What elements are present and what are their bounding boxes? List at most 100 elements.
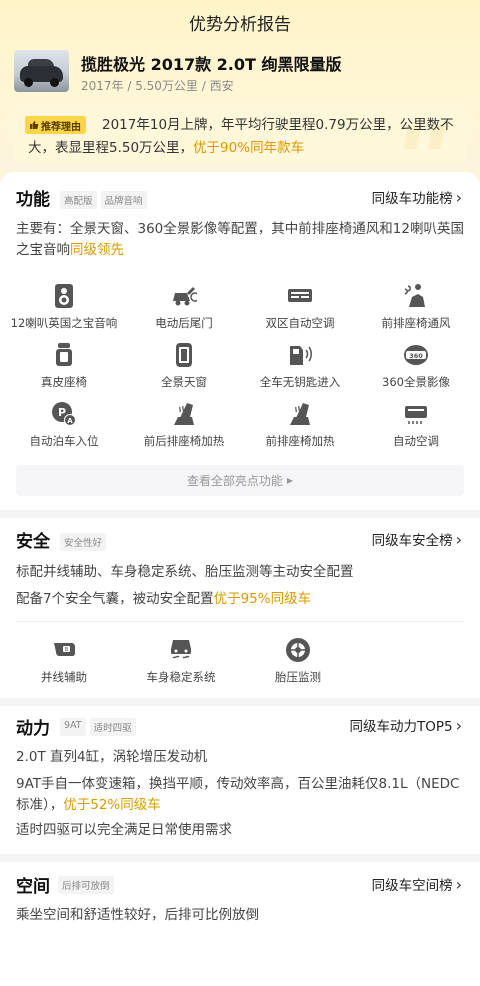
feature-label: 全车无钥匙进入: [259, 375, 341, 389]
space-rank-link[interactable]: 同级车空间榜 ›: [371, 874, 462, 895]
chevron-right-icon: ›: [455, 187, 462, 207]
seat-ventilation-icon: [404, 284, 425, 307]
feature-item[interactable]: 前排座椅加热: [240, 401, 360, 449]
features-tags: 高配版 品牌音响: [60, 191, 151, 209]
caret-right-icon: ▶: [286, 476, 294, 485]
power-tags: 9AT 适时四驱: [60, 718, 140, 736]
svg-text:B: B: [65, 647, 69, 653]
feature-item[interactable]: 真皮座椅: [4, 342, 124, 390]
power-title: 动力: [16, 719, 50, 739]
auto-parking-icon: PA: [52, 402, 76, 426]
feature-item[interactable]: 电动后尾门: [124, 283, 244, 331]
safety-rank-label: 同级车安全榜: [371, 533, 453, 549]
safety-desc-2-plain: 配备7个安全气囊，被动安全配置: [16, 591, 214, 607]
features-desc: 主要有：全景天窗、360全景影像等配置，其中前排座椅通风和12喇叭英国之宝音响同…: [16, 219, 466, 261]
feature-item[interactable]: 双区自动空调: [240, 283, 360, 331]
feature-label: 全景天窗: [161, 375, 207, 389]
feature-item[interactable]: PA 自动泊车入位: [4, 401, 124, 449]
auto-ac-icon: [405, 406, 427, 424]
safety-desc-2-highlight: 优于95%同级车: [213, 591, 312, 607]
chevron-right-icon: ›: [455, 529, 462, 549]
safety-label: 胎压监测: [275, 670, 321, 684]
power-tag: 适时四驱: [89, 718, 136, 736]
power-tailgate-icon: [173, 287, 197, 306]
safety-tag: 安全性好: [60, 533, 107, 551]
features-rank-link[interactable]: 同级车功能榜 ›: [371, 187, 462, 208]
recommend-box: 推荐理由 2017年10月上牌，年平均行驶里程0.79万公里，公里数不大，表显里…: [14, 105, 466, 162]
chevron-right-icon: ›: [455, 715, 462, 735]
car-meta: 2017年 / 5.50万公里 / 西安: [81, 79, 234, 93]
car-name: 揽胜极光 2017款 2.0T 绚黑限量版: [81, 55, 342, 74]
power-desc-3: 适时四驱可以完全满足日常使用需求: [16, 822, 232, 838]
feature-item[interactable]: 前排座椅通风: [356, 283, 476, 331]
feature-item[interactable]: 360 360全景影像: [356, 342, 476, 390]
page-title: 优势分析报告: [189, 15, 291, 35]
power-rank-link[interactable]: 同级车动力TOP5 ›: [349, 715, 462, 736]
safety-title: 安全: [16, 532, 50, 552]
safety-item[interactable]: 车身稳定系统: [121, 637, 241, 685]
feature-label: 电动后尾门: [155, 316, 213, 330]
features-rank-label: 同级车功能榜: [371, 191, 453, 207]
safety-item[interactable]: B 并线辅助: [4, 637, 124, 685]
front-seat-heating-icon: [290, 403, 310, 425]
recommend-text: 2017年10月上牌，年平均行驶里程0.79万公里，公里数不大，表显里程5.50…: [28, 114, 458, 160]
car-thumbnail[interactable]: [14, 50, 69, 92]
view-all-features-button[interactable]: 查看全部亮点功能 ▶: [16, 465, 464, 496]
safety-rank-link[interactable]: 同级车安全榜 ›: [371, 529, 462, 550]
feature-label: 真皮座椅: [41, 375, 87, 389]
svg-text:360: 360: [409, 352, 423, 360]
safety-tags: 安全性好: [60, 533, 110, 551]
feature-item[interactable]: 全景天窗: [124, 342, 244, 390]
space-desc-1: 乘坐空间和舒适性较好，后排可比例放倒: [16, 907, 259, 923]
safety-label: 并线辅助: [41, 670, 87, 684]
tire-pressure-icon: [286, 638, 310, 662]
feature-label: 前排座椅通风: [381, 316, 451, 330]
feature-item[interactable]: 自动空调: [356, 401, 476, 449]
space-title: 空间: [16, 877, 50, 897]
space-tags: 后排可放倒: [58, 876, 118, 894]
chevron-right-icon: ›: [455, 874, 462, 894]
feature-label: 自动空调: [393, 434, 439, 448]
panoramic-sunroof-icon: [176, 343, 192, 367]
stability-control-icon: [171, 640, 191, 659]
safety-card: 安全 安全性好 同级车安全榜 › 标配并线辅助、车身稳定系统、胎压监测等主动安全配…: [0, 518, 480, 698]
features-desc-highlight: 同级领先: [70, 242, 124, 258]
power-tag: 9AT: [60, 718, 86, 736]
keyless-entry-icon: [290, 346, 312, 365]
feature-label: 双区自动空调: [265, 316, 335, 330]
feature-item[interactable]: 全车无钥匙进入: [240, 342, 360, 390]
power-desc-1: 2.0T 直列4缸，涡轮增压发动机: [16, 749, 208, 765]
safety-desc-2: 配备7个安全气囊，被动安全配置优于95%同级车: [16, 589, 466, 610]
power-card: 动力 9AT 适时四驱 同级车动力TOP5 › 2.0T 直列4缸，涡轮增压发动机…: [0, 706, 480, 854]
leather-seat-icon: [56, 343, 72, 366]
view-all-label: 查看全部亮点功能: [186, 474, 283, 488]
feature-item[interactable]: 12喇叭英国之宝音响: [4, 283, 124, 331]
feature-label: 自动泊车入位: [29, 434, 99, 448]
lane-change-assist-icon: B: [54, 643, 75, 656]
space-rank-label: 同级车空间榜: [371, 878, 453, 894]
seat-heating-icon: [174, 403, 194, 425]
power-rank-label: 同级车动力TOP5: [349, 719, 453, 735]
dual-zone-ac-icon: [288, 289, 312, 302]
divider: [16, 621, 464, 622]
speaker-icon: [55, 284, 73, 308]
report-header: 优势分析报告 揽胜极光 2017款 2.0T 绚黑限量版 2017年 / 5.5…: [0, 0, 480, 190]
feature-label: 360全景影像: [382, 375, 450, 389]
safety-label: 车身稳定系统: [146, 670, 216, 684]
power-desc-2-highlight: 优于52%同级车: [63, 797, 161, 813]
power-desc-2: 9AT手自一体变速箱，换挡平顺，传动效率高，百公里油耗仅8.1L（NEDC标准）…: [16, 774, 466, 816]
feature-tag: 高配版: [60, 191, 97, 209]
space-card: 空间 后排可放倒 同级车空间榜 › 乘坐空间和舒适性较好，后排可比例放倒: [0, 862, 480, 986]
features-card: 功能 高配版 品牌音响 同级车功能榜 › 主要有：全景天窗、360全景影像等配置，…: [0, 172, 480, 510]
feature-label: 前排座椅加热: [265, 434, 335, 448]
feature-label: 12喇叭英国之宝音响: [10, 316, 118, 330]
features-title: 功能: [16, 190, 50, 210]
feature-label: 前后排座椅加热: [143, 434, 225, 448]
360-camera-icon: 360: [404, 345, 428, 365]
safety-item[interactable]: 胎压监测: [238, 637, 358, 685]
feature-item[interactable]: 前后排座椅加热: [124, 401, 244, 449]
safety-desc-1: 标配并线辅助、车身稳定系统、胎压监测等主动安全配置: [16, 564, 354, 580]
feature-tag: 品牌音响: [100, 191, 147, 209]
svg-text:A: A: [67, 417, 73, 425]
recommend-text-highlight: 优于90%同年款车: [193, 140, 305, 156]
